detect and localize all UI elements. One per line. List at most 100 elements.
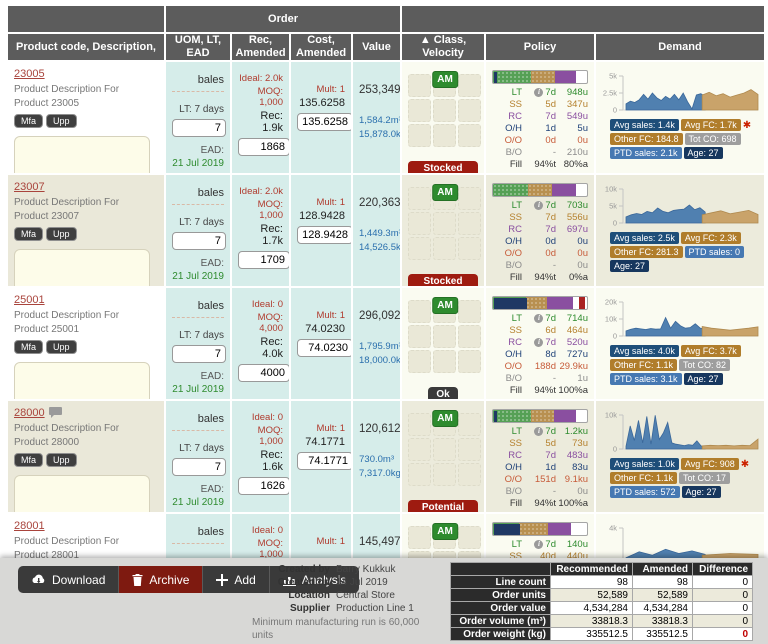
info-icon[interactable]: i	[534, 201, 543, 210]
demand-cell: 20k10k0Avg sales: 4.0kAvg FC: 3.7kOther …	[596, 288, 764, 399]
cost-value: 74.0230	[297, 323, 345, 335]
policy-bar	[492, 409, 588, 423]
product-cell: 28001Product Description For Product 280…	[8, 514, 164, 558]
policy-days-value: 8d	[545, 349, 556, 360]
product-note-input[interactable]	[14, 136, 150, 173]
ideal-value: Ideal: 2.0k	[238, 186, 283, 197]
table-group-header: Order	[8, 6, 764, 32]
rec-amended-input[interactable]	[238, 138, 289, 156]
svg-text:20k: 20k	[605, 298, 617, 307]
policy-row-label: LT	[492, 313, 522, 324]
lead-time-input[interactable]	[172, 345, 226, 363]
lead-time-value: LT: 7 days	[172, 443, 224, 454]
info-icon[interactable]: i	[534, 314, 543, 323]
policy-row-days: 0d	[522, 236, 558, 247]
policy-row-label: RC	[492, 111, 522, 122]
product-description: Product Description For Product 23007	[14, 196, 154, 223]
velocity-matrix-cell	[458, 413, 481, 436]
summary-row: Order weight (kg)335512.5335512.50	[451, 628, 753, 641]
product-note-input[interactable]	[14, 249, 150, 286]
rec-amended-cell: Ideal: 0MOQ: 4,000Rec: 4.0k	[232, 288, 289, 399]
product-tag-badge: Upp	[46, 227, 77, 241]
policy-days-value: 5d	[545, 99, 556, 110]
product-code-link[interactable]: 28000	[14, 407, 45, 419]
policy-row-units: 1u	[558, 373, 588, 384]
cost-amended-cell: Mult: 174.1771	[291, 401, 351, 512]
table-column-header: Product code, Description, UOM, LT, EAD …	[8, 34, 764, 60]
product-note-input[interactable]	[14, 362, 150, 399]
velocity-matrix-cell	[408, 413, 431, 436]
moq-value: MOQ: 4,000	[238, 312, 283, 334]
info-icon[interactable]: i	[534, 540, 543, 549]
product-code-link[interactable]: 25001	[14, 294, 45, 306]
demand-badge: Tot CO: 698	[685, 133, 741, 145]
product-description: Product Description For Product 28000	[14, 422, 154, 449]
svg-text:5k: 5k	[609, 202, 617, 211]
velocity-matrix-cell	[408, 551, 431, 558]
info-icon[interactable]: i	[534, 427, 543, 436]
status-badge: Ok	[428, 387, 457, 399]
cost-amended-cell: Mult: 1135.6258	[291, 62, 351, 173]
policy-row-units: 73u	[558, 438, 588, 449]
product-code-line: 25001	[14, 294, 158, 306]
info-label: Location	[252, 590, 330, 601]
mult-value: Mult: 1	[297, 536, 345, 547]
fill-target-value: 94%t	[522, 385, 558, 396]
cost-amended-input[interactable]	[297, 226, 351, 244]
summary-row: Order volume (m³)33818.333818.30	[451, 615, 753, 628]
cost-amended-input[interactable]	[297, 113, 351, 131]
lead-time-input[interactable]	[172, 232, 226, 250]
velocity-matrix-cell	[458, 526, 481, 549]
cost-amended-input[interactable]	[297, 339, 351, 357]
velocity-matrix-cell	[458, 187, 481, 210]
svg-text:10k: 10k	[605, 315, 617, 324]
archive-button[interactable]: Archive	[119, 566, 203, 593]
demand-history-area	[626, 415, 705, 449]
product-tag-badge: Upp	[46, 114, 77, 128]
rec-amended-input[interactable]	[238, 364, 289, 382]
download-button[interactable]: Download	[18, 566, 119, 593]
summary-cell: 4,534,284	[551, 602, 633, 615]
policy-days-value: 7d	[545, 87, 556, 98]
cost-amended-cell: Mult: 1128.9428	[291, 175, 351, 286]
on-hand-overlay	[494, 298, 527, 310]
info-value: 14 Jul 2019	[336, 577, 442, 588]
policy-row-units: 347u	[558, 99, 588, 110]
col-header-class-velocity-sort[interactable]: ▲ Class, Velocity	[402, 34, 484, 60]
demand-forecast-area	[702, 327, 758, 337]
policy-bar-segment	[493, 71, 531, 83]
summary-header-row: RecommendedAmendedDifference	[451, 563, 753, 576]
velocity-matrix-cell	[458, 350, 481, 373]
summary-cell: Order weight (kg)	[451, 628, 551, 641]
product-code-link[interactable]: 28001	[14, 520, 45, 532]
lead-time-input[interactable]	[172, 458, 226, 476]
rec-amended-cell: Ideal: 0MOQ: 1,000Rec: 1.6k	[232, 401, 289, 512]
rec-amended-input[interactable]	[238, 251, 289, 269]
fill-actual-value: 100%a	[558, 385, 588, 396]
product-code-link[interactable]: 23005	[14, 68, 45, 80]
policy-bar-segment	[548, 523, 572, 535]
demand-badge: Avg sales: 4.0k	[610, 345, 679, 357]
cost-amended-input[interactable]	[297, 452, 351, 470]
class-velocity-cell: AMPotential s/o	[402, 401, 484, 512]
policy-bar-segment	[547, 297, 573, 309]
policy-row-days: i7d	[522, 337, 558, 348]
policy-row-units: 0u	[558, 236, 588, 247]
class-velocity-cell: AMStocked out	[402, 175, 484, 286]
demand-history-area	[626, 205, 705, 223]
info-icon[interactable]: i	[534, 338, 543, 347]
policy-row-days: i7d	[522, 313, 558, 324]
rec-amended-input[interactable]	[238, 477, 289, 495]
policy-row-label: O/H	[492, 123, 522, 134]
demand-badge: Age: 27	[682, 486, 721, 498]
product-code-link[interactable]: 23007	[14, 181, 45, 193]
info-icon[interactable]: i	[534, 88, 543, 97]
product-note-input[interactable]	[14, 475, 150, 512]
policy-row-units: 520u	[558, 337, 588, 348]
policy-row-days: 7d	[522, 111, 558, 122]
lead-time-input[interactable]	[172, 119, 226, 137]
uom-lt-ead-cell: balesLT: 7 daysEAD:21 Jul 2019	[166, 175, 230, 286]
velocity-matrix-cell	[408, 463, 431, 486]
comment-icon[interactable]	[49, 407, 62, 418]
demand-chart: 4k	[602, 520, 762, 558]
